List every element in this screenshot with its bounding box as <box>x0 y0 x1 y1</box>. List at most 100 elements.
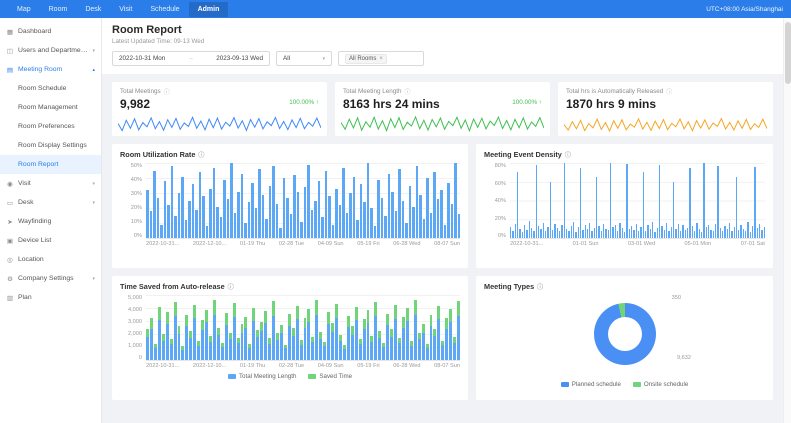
chart-title: Meeting Types <box>484 282 534 291</box>
chart-title: Room Utilization Rate <box>120 150 195 159</box>
sidebar-item-users-departments[interactable]: ◫ Users and Departments ▾ <box>0 41 101 60</box>
stat-delta: 100.00% ↑ <box>512 99 542 106</box>
sparkline-auto-released <box>564 115 767 134</box>
sidebar-item-room-report[interactable]: Room Report <box>0 155 101 174</box>
y-axis: 5,0004,0003,0002,0001,0000 <box>120 295 146 361</box>
sidebar-item-label: Desk <box>18 199 88 206</box>
chevron-down-icon: ▾ <box>92 276 95 282</box>
chevron-down-icon: ▾ <box>92 48 95 54</box>
sidebar-item-label: Room Schedule <box>18 85 95 92</box>
nav-schedule[interactable]: Schedule <box>141 2 188 17</box>
chevron-up-icon: ▴ <box>92 67 95 73</box>
chart-meeting-density: Meeting Event Density ⓘ 80%60%40%20%0% 2… <box>476 144 773 268</box>
sidebar-item-room-management[interactable]: Room Management <box>0 98 101 117</box>
nav-map[interactable]: Map <box>8 2 40 17</box>
sidebar: ▦ Dashboard ◫ Users and Departments ▾ ▤ … <box>0 18 102 423</box>
y-axis: 80%60%40%20%0% <box>484 163 510 239</box>
close-icon[interactable]: × <box>379 56 383 62</box>
info-icon[interactable]: ⓘ <box>228 282 234 291</box>
timezone-display[interactable]: UTC+08:00 Asia/Shanghai <box>706 6 783 13</box>
info-icon[interactable]: ⓘ <box>404 87 410 96</box>
x-axis: 2022-10-31...2022-12-10...01-19 Thu02-28… <box>146 241 460 247</box>
legend-label: Onsite schedule <box>644 381 688 388</box>
sidebar-item-label: Company Settings <box>18 275 88 282</box>
info-icon[interactable]: ⓘ <box>565 150 571 159</box>
scope-select[interactable]: All ▾ <box>276 51 332 66</box>
sidebar-item-label: Dashboard <box>18 28 95 35</box>
chart-row-2: Time Saved from Auto-release ⓘ 5,0004,00… <box>112 276 773 400</box>
sidebar-item-room-preferences[interactable]: Room Preferences <box>0 117 101 136</box>
x-axis: 2022-10-31...01-01 Sun03-01 Wed05-01 Mon… <box>510 241 765 247</box>
room-tag-label: All Rooms <box>349 56 376 62</box>
chevron-down-icon: ▾ <box>92 181 95 187</box>
desk-icon: ▭ <box>6 199 14 207</box>
legend: Planned schedule Onsite schedule <box>484 381 765 388</box>
donut-label-onsite: 350 <box>672 295 681 301</box>
stat-label: Total hrs is Automatically Released <box>566 88 663 95</box>
scrollbar-thumb[interactable] <box>785 22 791 84</box>
sidebar-item-room-display-settings[interactable]: Room Display Settings <box>0 136 101 155</box>
date-start: 2022-10-31 Mon <box>119 55 165 62</box>
time-saved-bars <box>146 295 460 361</box>
rooms-filter[interactable]: All Rooms × <box>338 51 424 66</box>
stat-delta: 100.00% ↑ <box>289 99 319 106</box>
plan-icon: ▥ <box>6 294 14 302</box>
legend-swatch <box>228 374 236 379</box>
sidebar-item-location[interactable]: ◎ Location <box>0 250 101 269</box>
date-end: 2023-09-13 Wed <box>216 55 263 62</box>
stat-cards: Total Meetings ⓘ 9,982 100.00% ↑ Total M… <box>112 82 773 136</box>
sidebar-item-label: Room Preferences <box>18 123 95 130</box>
sidebar-item-desk[interactable]: ▭ Desk ▾ <box>0 193 101 212</box>
sidebar-item-visit[interactable]: ◉ Visit ▾ <box>0 174 101 193</box>
page-header: Room Report Latest Updated Time: 09-13 W… <box>102 18 783 74</box>
legend-total-meeting-length[interactable]: Total Meeting Length <box>228 373 296 380</box>
legend-saved-time[interactable]: Saved Time <box>308 373 352 380</box>
info-icon[interactable]: ⓘ <box>537 282 543 291</box>
sidebar-item-label: Device List <box>18 237 95 244</box>
legend-swatch <box>633 382 641 387</box>
top-navigation: Map Room Desk Visit Schedule Admin UTC+0… <box>0 0 791 18</box>
sidebar-item-company-settings[interactable]: ⚙ Company Settings ▾ <box>0 269 101 288</box>
filter-bar: 2022-10-31 Mon → 2023-09-13 Wed All ▾ Al… <box>112 51 773 66</box>
room-tag: All Rooms × <box>345 54 387 64</box>
nav-items: Map Room Desk Visit Schedule Admin <box>8 2 228 17</box>
sidebar-item-device-list[interactable]: ▣ Device List <box>0 231 101 250</box>
sidebar-item-label: Room Report <box>18 161 95 168</box>
wayfinding-icon: ➤ <box>6 218 14 226</box>
info-icon[interactable]: ⓘ <box>198 150 204 159</box>
nav-room[interactable]: Room <box>40 2 77 17</box>
info-icon[interactable]: ⓘ <box>164 87 170 96</box>
legend-label: Planned schedule <box>572 381 621 388</box>
company-settings-icon: ⚙ <box>6 275 14 283</box>
sidebar-item-dashboard[interactable]: ▦ Dashboard <box>0 22 101 41</box>
nav-desk[interactable]: Desk <box>76 2 110 17</box>
legend-swatch <box>308 374 316 379</box>
sidebar-item-room-schedule[interactable]: Room Schedule <box>0 79 101 98</box>
sidebar-item-label: Meeting Room <box>18 66 88 73</box>
nav-admin[interactable]: Admin <box>189 2 229 17</box>
page-scrollbar[interactable] <box>783 18 791 423</box>
stat-label: Total Meeting Length <box>343 88 401 95</box>
legend-label: Total Meeting Length <box>239 373 296 380</box>
sparkline-total-meetings <box>118 115 321 134</box>
dashboard-icon: ▦ <box>6 28 14 36</box>
donut-hole <box>608 317 642 351</box>
stat-card-total-meetings: Total Meetings ⓘ 9,982 100.00% ↑ <box>112 82 327 136</box>
info-icon[interactable]: ⓘ <box>666 87 672 96</box>
legend-planned-schedule[interactable]: Planned schedule <box>561 381 621 388</box>
chart-row-1: Room Utilization Rate ⓘ 50%40%30%20%10%0… <box>112 144 773 268</box>
chevron-down-icon: ▾ <box>322 56 325 62</box>
chart-title: Meeting Event Density <box>484 150 562 159</box>
chart-meeting-types: Meeting Types ⓘ 350 9,632 Planned sch <box>476 276 773 400</box>
sidebar-item-label: Wayfinding <box>18 218 95 225</box>
legend-onsite-schedule[interactable]: Onsite schedule <box>633 381 688 388</box>
chart-title: Time Saved from Auto-release <box>120 282 225 291</box>
utilization-bars <box>146 163 460 239</box>
sidebar-item-wayfinding[interactable]: ➤ Wayfinding <box>0 212 101 231</box>
nav-visit[interactable]: Visit <box>110 2 141 17</box>
stat-label: Total Meetings <box>120 88 161 95</box>
donut-wrap: 350 9,632 <box>484 291 765 377</box>
date-range-picker[interactable]: 2022-10-31 Mon → 2023-09-13 Wed <box>112 51 270 66</box>
sidebar-item-meeting-room[interactable]: ▤ Meeting Room ▴ <box>0 60 101 79</box>
sidebar-item-plan[interactable]: ▥ Plan <box>0 288 101 307</box>
